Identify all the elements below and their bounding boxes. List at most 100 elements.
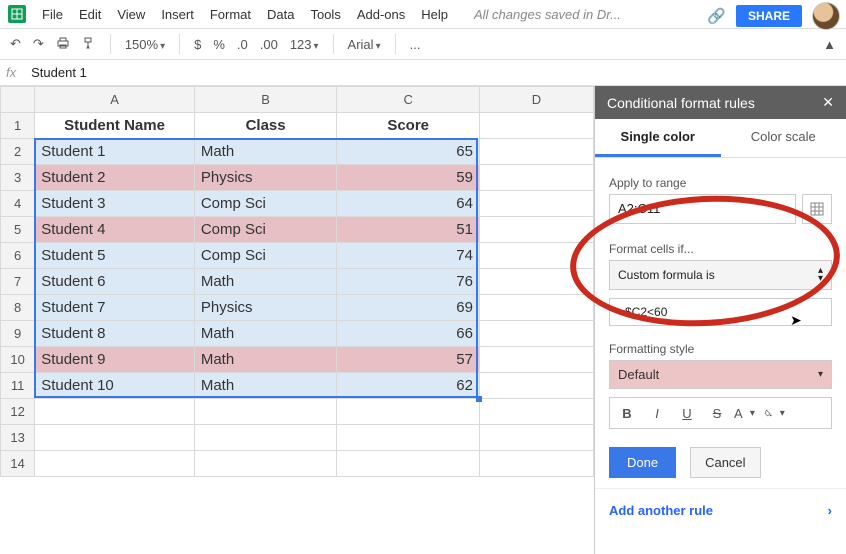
cell-B1[interactable]: Class — [194, 113, 337, 139]
cell-B5[interactable]: Comp Sci — [194, 217, 337, 243]
cell-B12[interactable] — [194, 399, 337, 425]
link-icon[interactable]: 🔗 — [707, 7, 726, 25]
strike-button[interactable]: S — [704, 402, 730, 424]
bold-button[interactable]: B — [614, 402, 640, 424]
cell-C9[interactable]: 66 — [337, 321, 480, 347]
range-input[interactable]: A2:C11 — [609, 194, 796, 224]
cell-A4[interactable]: Student 3 — [35, 191, 195, 217]
row-header-6[interactable]: 6 — [1, 243, 35, 269]
menu-format[interactable]: Format — [210, 7, 251, 22]
cell-B10[interactable]: Math — [194, 347, 337, 373]
spreadsheet[interactable]: ABCD1Student NameClassScore2Student 1Mat… — [0, 86, 594, 554]
cell-A9[interactable]: Student 8 — [35, 321, 195, 347]
percent-button[interactable]: % — [213, 37, 225, 52]
fill-color-button[interactable]: ▾ — [764, 402, 790, 424]
font-select[interactable]: Arial▾ — [348, 37, 381, 52]
done-button[interactable]: Done — [609, 447, 676, 478]
cell-B8[interactable]: Physics — [194, 295, 337, 321]
cell-A6[interactable]: Student 5 — [35, 243, 195, 269]
cell-C3[interactable]: 59 — [337, 165, 480, 191]
toolbar-more[interactable]: ... — [410, 37, 421, 52]
cell-B3[interactable]: Physics — [194, 165, 337, 191]
menu-file[interactable]: File — [42, 7, 63, 22]
cancel-button[interactable]: Cancel — [690, 447, 760, 478]
menu-addons[interactable]: Add-ons — [357, 7, 405, 22]
cell-B13[interactable] — [194, 425, 337, 451]
cell-B14[interactable] — [194, 451, 337, 477]
cell-B2[interactable]: Math — [194, 139, 337, 165]
cell-C5[interactable]: 51 — [337, 217, 480, 243]
decrease-decimal-button[interactable]: .0 — [237, 37, 248, 52]
menu-tools[interactable]: Tools — [310, 7, 340, 22]
cell-B9[interactable]: Math — [194, 321, 337, 347]
row-header-5[interactable]: 5 — [1, 217, 35, 243]
cell-D12[interactable] — [479, 399, 593, 425]
cell-C8[interactable]: 69 — [337, 295, 480, 321]
menu-edit[interactable]: Edit — [79, 7, 101, 22]
close-icon[interactable]: ✕ — [822, 94, 834, 111]
cell-A14[interactable] — [35, 451, 195, 477]
row-header-7[interactable]: 7 — [1, 269, 35, 295]
custom-formula-input[interactable]: =$C2<60 — [609, 298, 832, 326]
cell-C13[interactable] — [337, 425, 480, 451]
text-color-button[interactable]: A▾ — [734, 402, 760, 424]
cell-B11[interactable]: Math — [194, 373, 337, 399]
row-header-4[interactable]: 4 — [1, 191, 35, 217]
cell-A11[interactable]: Student 10 — [35, 373, 195, 399]
cell-C7[interactable]: 76 — [337, 269, 480, 295]
cell-D6[interactable] — [479, 243, 593, 269]
col-header-C[interactable]: C — [337, 87, 480, 113]
cell-D4[interactable] — [479, 191, 593, 217]
row-header-2[interactable]: 2 — [1, 139, 35, 165]
col-header-B[interactable]: B — [194, 87, 337, 113]
condition-select[interactable]: Custom formula is ▴▾ — [609, 260, 832, 290]
italic-button[interactable]: I — [644, 402, 670, 424]
row-header-1[interactable]: 1 — [1, 113, 35, 139]
cell-D9[interactable] — [479, 321, 593, 347]
share-button[interactable]: SHARE — [736, 5, 802, 27]
select-all-cell[interactable] — [1, 87, 35, 113]
cell-D11[interactable] — [479, 373, 593, 399]
tab-color-scale[interactable]: Color scale — [721, 119, 846, 157]
underline-button[interactable]: U — [674, 402, 700, 424]
redo-button[interactable]: ↷ — [33, 36, 44, 52]
row-header-3[interactable]: 3 — [1, 165, 35, 191]
cell-D10[interactable] — [479, 347, 593, 373]
paint-format-button[interactable] — [82, 36, 96, 53]
toolbar-collapse[interactable]: ▲ — [823, 37, 836, 52]
cell-C12[interactable] — [337, 399, 480, 425]
add-rule-link[interactable]: Add another rule › — [595, 488, 846, 532]
menu-insert[interactable]: Insert — [161, 7, 194, 22]
cell-C4[interactable]: 64 — [337, 191, 480, 217]
cell-C14[interactable] — [337, 451, 480, 477]
cell-A5[interactable]: Student 4 — [35, 217, 195, 243]
cell-A2[interactable]: Student 1 — [35, 139, 195, 165]
cell-A3[interactable]: Student 2 — [35, 165, 195, 191]
row-header-13[interactable]: 13 — [1, 425, 35, 451]
cell-B4[interactable]: Comp Sci — [194, 191, 337, 217]
cell-C1[interactable]: Score — [337, 113, 480, 139]
cell-B6[interactable]: Comp Sci — [194, 243, 337, 269]
cell-C11[interactable]: 62 — [337, 373, 480, 399]
sheets-app-icon[interactable] — [8, 5, 26, 23]
row-header-14[interactable]: 14 — [1, 451, 35, 477]
avatar[interactable] — [812, 2, 840, 30]
cell-D5[interactable] — [479, 217, 593, 243]
cell-D13[interactable] — [479, 425, 593, 451]
cell-A12[interactable] — [35, 399, 195, 425]
cell-C6[interactable]: 74 — [337, 243, 480, 269]
number-format-button[interactable]: 123▾ — [290, 37, 319, 52]
cell-A7[interactable]: Student 6 — [35, 269, 195, 295]
cell-B7[interactable]: Math — [194, 269, 337, 295]
cell-A10[interactable]: Student 9 — [35, 347, 195, 373]
menu-data[interactable]: Data — [267, 7, 294, 22]
cell-C2[interactable]: 65 — [337, 139, 480, 165]
cell-D14[interactable] — [479, 451, 593, 477]
currency-button[interactable]: $ — [194, 37, 201, 52]
zoom-select[interactable]: 150%▾ — [125, 37, 165, 52]
increase-decimal-button[interactable]: .00 — [260, 37, 278, 52]
row-header-9[interactable]: 9 — [1, 321, 35, 347]
formatting-style-select[interactable]: Default ▾ — [609, 360, 832, 389]
cell-D8[interactable] — [479, 295, 593, 321]
cell-D7[interactable] — [479, 269, 593, 295]
